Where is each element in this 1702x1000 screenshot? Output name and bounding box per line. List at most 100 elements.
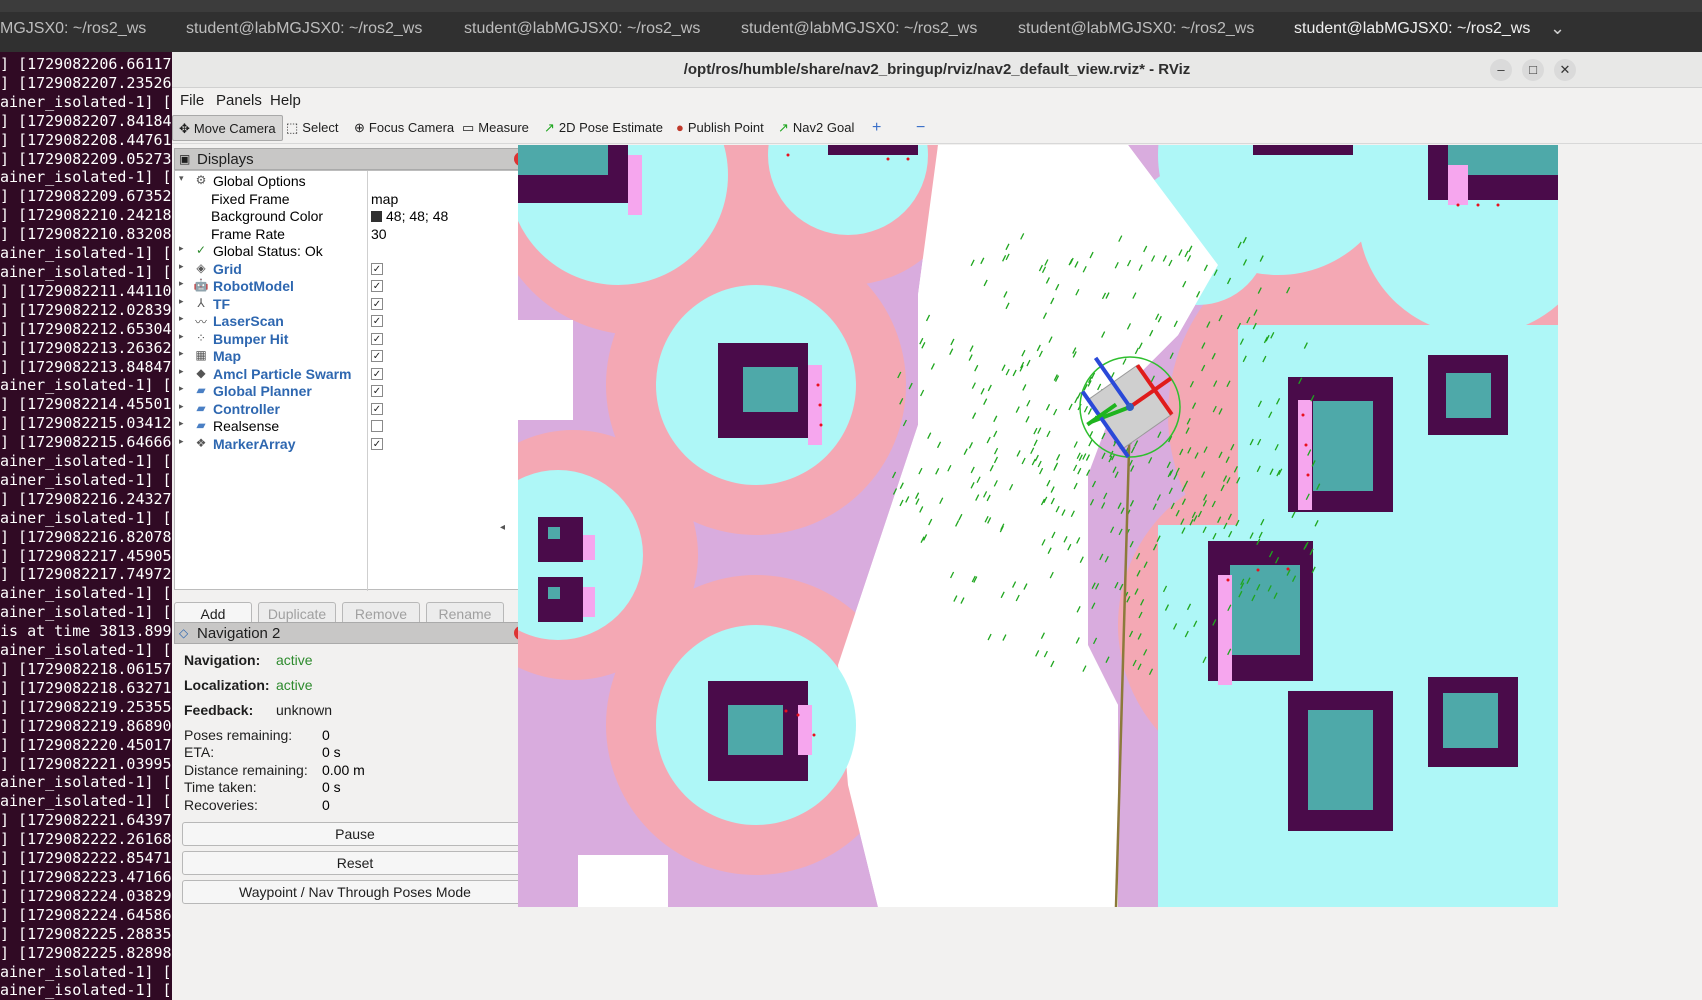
display-item-grid[interactable]: ▸ ◈ Grid ✓ — [175, 261, 533, 278]
tool-label: 2D Pose Estimate — [558, 120, 663, 135]
collapse-panel-arrow-icon[interactable]: ◂ — [500, 522, 505, 533]
display-item-markerarray[interactable]: ▸ ❖ MarkerArray ✓ — [175, 436, 533, 453]
tool-move-camera[interactable]: ✥ Move Camera — [172, 115, 283, 141]
display-item-bumper-hit[interactable]: ▸ ⁘ Bumper Hit ✓ — [175, 331, 533, 348]
publish-point-icon: ● — [676, 120, 684, 135]
terminal-tab[interactable]: student@labMGJSX0: ~/ros2_ws — [1018, 20, 1254, 48]
rviz-3d-viewport[interactable] — [518, 145, 1558, 907]
enable-checkbox[interactable]: ✓ — [371, 437, 383, 450]
costmap-view[interactable] — [518, 145, 1558, 907]
display-item-global-status-ok[interactable]: ▸ ✓ Global Status: Ok — [175, 243, 533, 260]
minimize-button[interactable]: – — [1490, 59, 1512, 81]
display-item-laserscan[interactable]: ▸ 〰 LaserScan ✓ — [175, 313, 533, 330]
pause-button[interactable]: Pause — [182, 822, 528, 846]
move-camera-icon: ✥ — [179, 121, 190, 136]
display-item-global-planner[interactable]: ▸ ▰ Global Planner ✓ — [175, 383, 533, 400]
expand-arrow-right-icon[interactable]: ▸ — [179, 401, 184, 412]
display-item-value[interactable]: map — [371, 191, 398, 207]
enable-checkbox[interactable]: ✓ — [371, 385, 383, 397]
terminal-tab[interactable]: student@labMGJSX0: ~/ros2_ws — [186, 20, 422, 48]
enable-checkbox[interactable]: ✓ — [371, 280, 383, 292]
window-title: /opt/ros/humble/share/nav2_bringup/rviz/… — [683, 61, 1191, 78]
focus-camera-icon: ⊕ — [354, 120, 365, 135]
rviz-window: /opt/ros/humble/share/nav2_bringup/rviz/… — [172, 52, 1702, 1000]
expand-arrow-right-icon[interactable]: ▸ — [179, 278, 184, 289]
displays-panel-header: ▣ Displays ✕ — [174, 148, 534, 170]
display-item-frame-rate[interactable]: Frame Rate 30 — [175, 226, 533, 243]
displays-title: Displays — [197, 151, 254, 168]
display-item-label: Grid — [213, 260, 242, 277]
expand-arrow-right-icon[interactable]: ▸ — [179, 296, 184, 307]
terminal-tab[interactable]: MGJSX0: ~/ros2_ws — [0, 20, 146, 48]
terminal-line: ] [1729082208.44761 — [0, 130, 172, 149]
terminal-line: ] [1729082225.82898 — [0, 943, 172, 962]
display-item-realsense[interactable]: ▸ ▰ Realsense — [175, 418, 533, 435]
enable-checkbox[interactable]: ✓ — [371, 262, 383, 275]
terminal-tab[interactable]: student@labMGJSX0: ~/ros2_ws — [464, 20, 700, 48]
expand-arrow-down-icon[interactable]: ▾ — [179, 173, 184, 184]
measure-icon: ▭ — [462, 120, 475, 135]
tool-focus-camera[interactable]: ⊕ Focus Camera — [348, 115, 460, 141]
enable-checkbox[interactable] — [371, 420, 383, 432]
close-window-button[interactable]: ✕ — [1554, 59, 1576, 81]
maximize-button[interactable]: □ — [1522, 59, 1544, 81]
tool-publish-point[interactable]: ● Publish Point — [670, 115, 770, 141]
menu-help[interactable]: Help — [270, 92, 301, 109]
pose-estimate-icon: ↗ — [544, 120, 555, 135]
expand-arrow-right-icon[interactable]: ▸ — [179, 331, 184, 342]
tool-2d-pose-estimate[interactable]: ↗ 2D Pose Estimate — [538, 115, 669, 141]
terminal-line: ] [1729082217.45905 — [0, 546, 172, 565]
nav2-diamond-icon: ◇ — [179, 626, 189, 640]
add-tool-button[interactable]: + — [866, 115, 887, 141]
tabs-menu-chevron-icon[interactable]: ⌄ — [1550, 18, 1570, 39]
tool-label: Move Camera — [193, 121, 276, 136]
folder-icon: ▰ — [196, 400, 206, 415]
terminal-line: ] [1729082216.82078 — [0, 527, 172, 546]
menu-file[interactable]: File — [180, 92, 204, 109]
expand-arrow-right-icon[interactable]: ▸ — [179, 418, 184, 429]
expand-arrow-right-icon[interactable]: ▸ — [179, 243, 184, 254]
enable-checkbox[interactable]: ✓ — [371, 315, 383, 327]
display-item-controller[interactable]: ▸ ▰ Controller ✓ — [175, 401, 533, 418]
enable-checkbox[interactable]: ✓ — [371, 402, 383, 415]
menu-panels[interactable]: Panels — [216, 92, 262, 109]
terminal-tab-active[interactable]: student@labMGJSX0: ~/ros2_ws — [1294, 20, 1530, 48]
display-item-robotmodel[interactable]: ▸ 🤖 RobotModel ✓ — [175, 278, 533, 295]
display-item-global-options[interactable]: ▾ ⚙ Global Options — [175, 173, 533, 190]
expand-arrow-right-icon[interactable]: ▸ — [179, 261, 184, 272]
free-space — [518, 320, 573, 420]
display-item-map[interactable]: ▸ ▦ Map ✓ — [175, 348, 533, 365]
display-item-label: Realsense — [213, 418, 280, 434]
display-item-label: TF — [213, 295, 231, 312]
enable-checkbox[interactable]: ✓ — [371, 367, 383, 380]
tool-measure[interactable]: ▭ Measure — [456, 115, 535, 141]
display-item-amcl-particle-swarm[interactable]: ▸ ◆ Amcl Particle Swarm ✓ — [175, 366, 533, 383]
terminal-line: ainer_isolated-1] [ — [0, 981, 172, 1000]
expand-arrow-right-icon[interactable]: ▸ — [179, 366, 184, 377]
display-item-fixed-frame[interactable]: Fixed Frame map — [175, 191, 533, 208]
terminal-line: ] [1729082210.24218 — [0, 206, 172, 225]
expand-arrow-right-icon[interactable]: ▸ — [179, 348, 184, 359]
waypoint-mode-button[interactable]: Waypoint / Nav Through Poses Mode — [182, 880, 528, 904]
terminal-line: ] [1729082206.66117 — [0, 55, 172, 73]
window-titlebar[interactable]: /opt/ros/humble/share/nav2_bringup/rviz/… — [172, 52, 1702, 88]
display-item-label: Fixed Frame — [211, 190, 290, 207]
tool-select[interactable]: ⬚ Select — [280, 115, 344, 141]
display-item-value[interactable]: 30 — [371, 226, 387, 242]
display-item-background-color[interactable]: Background Color 48; 48; 48 — [175, 208, 533, 225]
terminal-tab[interactable]: student@labMGJSX0: ~/ros2_ws — [741, 20, 977, 48]
expand-arrow-right-icon[interactable]: ▸ — [179, 436, 184, 447]
color-swatch[interactable] — [371, 211, 382, 222]
enable-checkbox[interactable]: ✓ — [371, 297, 383, 310]
reset-button[interactable]: Reset — [182, 851, 528, 875]
display-item-value[interactable]: 48; 48; 48 — [371, 208, 448, 224]
remove-tool-button[interactable]: − — [910, 115, 931, 141]
tool-nav2-goal[interactable]: ↗ Nav2 Goal — [772, 115, 860, 141]
menu-bar: File Panels Help — [172, 88, 1702, 112]
enable-checkbox[interactable]: ✓ — [371, 350, 383, 362]
terminal-line: ] [1729082218.63271 — [0, 678, 172, 697]
enable-checkbox[interactable]: ✓ — [371, 332, 383, 345]
expand-arrow-right-icon[interactable]: ▸ — [179, 313, 184, 324]
expand-arrow-right-icon[interactable]: ▸ — [179, 383, 184, 394]
display-item-tf[interactable]: ▸ ⅄ TF ✓ — [175, 296, 533, 313]
